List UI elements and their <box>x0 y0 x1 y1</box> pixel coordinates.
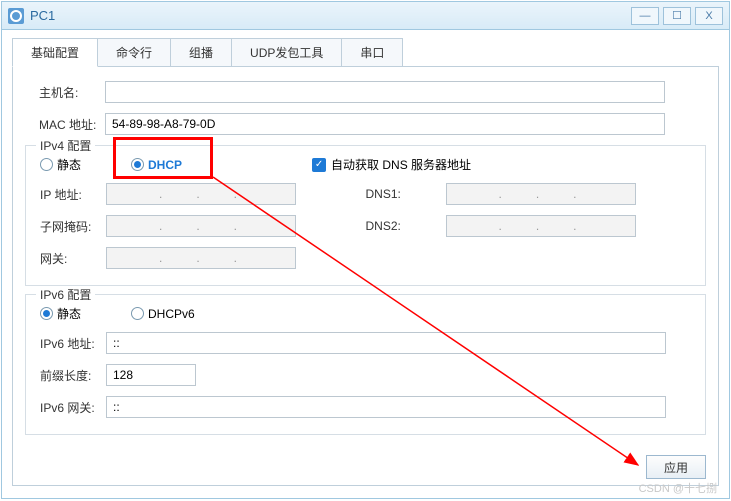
tab-serial[interactable]: 串口 <box>341 38 403 67</box>
minimize-button[interactable]: — <box>631 7 659 25</box>
auto-dns-checkbox[interactable]: ✓ 自动获取 DNS 服务器地址 <box>312 156 471 173</box>
hostname-input[interactable] <box>105 81 665 103</box>
tab-bar: 基础配置 命令行 组播 UDP发包工具 串口 <box>12 38 719 67</box>
checkbox-icon: ✓ <box>312 158 326 172</box>
window-buttons: — ☐ X <box>631 7 723 25</box>
ip-label: IP 地址: <box>26 186 106 203</box>
mask-input[interactable] <box>106 215 296 237</box>
ipv6-dhcpv6-label: DHCPv6 <box>148 307 195 321</box>
ipv6-addr-label: IPv6 地址: <box>26 335 106 352</box>
ipv6-gw-label: IPv6 网关: <box>26 399 106 416</box>
ipv4-dhcp-radio[interactable]: DHCP <box>131 158 182 172</box>
content-panel: 主机名: MAC 地址: IPv4 配置 静态 DHCP ✓ 自动获取 DNS <box>12 66 719 486</box>
auto-dns-label: 自动获取 DNS 服务器地址 <box>331 156 471 173</box>
dns1-input[interactable] <box>446 183 636 205</box>
radio-icon <box>131 158 144 171</box>
ipv6-prefix-label: 前缀长度: <box>26 367 106 384</box>
ipv4-static-radio[interactable]: 静态 <box>40 156 81 173</box>
ipv6-title: IPv6 配置 <box>36 286 95 303</box>
dns1-label: DNS1: <box>366 187 446 201</box>
ipv6-dhcpv6-radio[interactable]: DHCPv6 <box>131 307 195 321</box>
ipv4-options: 静态 DHCP ✓ 自动获取 DNS 服务器地址 <box>26 156 705 173</box>
radio-icon <box>40 158 53 171</box>
mac-label: MAC 地址: <box>25 116 105 133</box>
window-frame: PC1 — ☐ X 基础配置 命令行 组播 UDP发包工具 串口 主机名: MA… <box>1 1 730 499</box>
gw-input[interactable] <box>106 247 296 269</box>
ipv6-static-label: 静态 <box>57 305 81 322</box>
ipv6-addr-input[interactable] <box>106 332 666 354</box>
ipv4-title: IPv4 配置 <box>36 137 95 154</box>
tab-cmd[interactable]: 命令行 <box>97 38 171 67</box>
ipv6-options: 静态 DHCPv6 <box>26 305 705 322</box>
hostname-row: 主机名: <box>25 81 706 103</box>
tab-basic[interactable]: 基础配置 <box>12 38 98 67</box>
maximize-button[interactable]: ☐ <box>663 7 691 25</box>
watermark: CSDN @十七捌 <box>639 480 717 496</box>
mac-input[interactable] <box>105 113 665 135</box>
apply-button[interactable]: 应用 <box>646 455 706 479</box>
close-button[interactable]: X <box>695 7 723 25</box>
ipv4-section: IPv4 配置 静态 DHCP ✓ 自动获取 DNS 服务器地址 IP 地址: <box>25 145 706 286</box>
ip-input[interactable] <box>106 183 296 205</box>
ipv6-static-radio[interactable]: 静态 <box>40 305 81 322</box>
window-title: PC1 <box>30 8 631 23</box>
tab-udp[interactable]: UDP发包工具 <box>231 38 342 67</box>
radio-icon <box>131 307 144 320</box>
titlebar: PC1 — ☐ X <box>2 2 729 30</box>
app-icon <box>8 8 24 24</box>
radio-icon <box>40 307 53 320</box>
dns2-label: DNS2: <box>366 219 446 233</box>
ipv6-prefix-input[interactable] <box>106 364 196 386</box>
ipv4-dhcp-label: DHCP <box>148 158 182 172</box>
mask-label: 子网掩码: <box>26 218 106 235</box>
dns2-input[interactable] <box>446 215 636 237</box>
ipv6-section: IPv6 配置 静态 DHCPv6 IPv6 地址: 前缀长度: IPv6 网关… <box>25 294 706 435</box>
ipv4-static-label: 静态 <box>57 156 81 173</box>
hostname-label: 主机名: <box>25 84 105 101</box>
gw-label: 网关: <box>26 250 106 267</box>
ipv6-gw-input[interactable] <box>106 396 666 418</box>
tab-multicast[interactable]: 组播 <box>170 38 232 67</box>
mac-row: MAC 地址: <box>25 113 706 135</box>
